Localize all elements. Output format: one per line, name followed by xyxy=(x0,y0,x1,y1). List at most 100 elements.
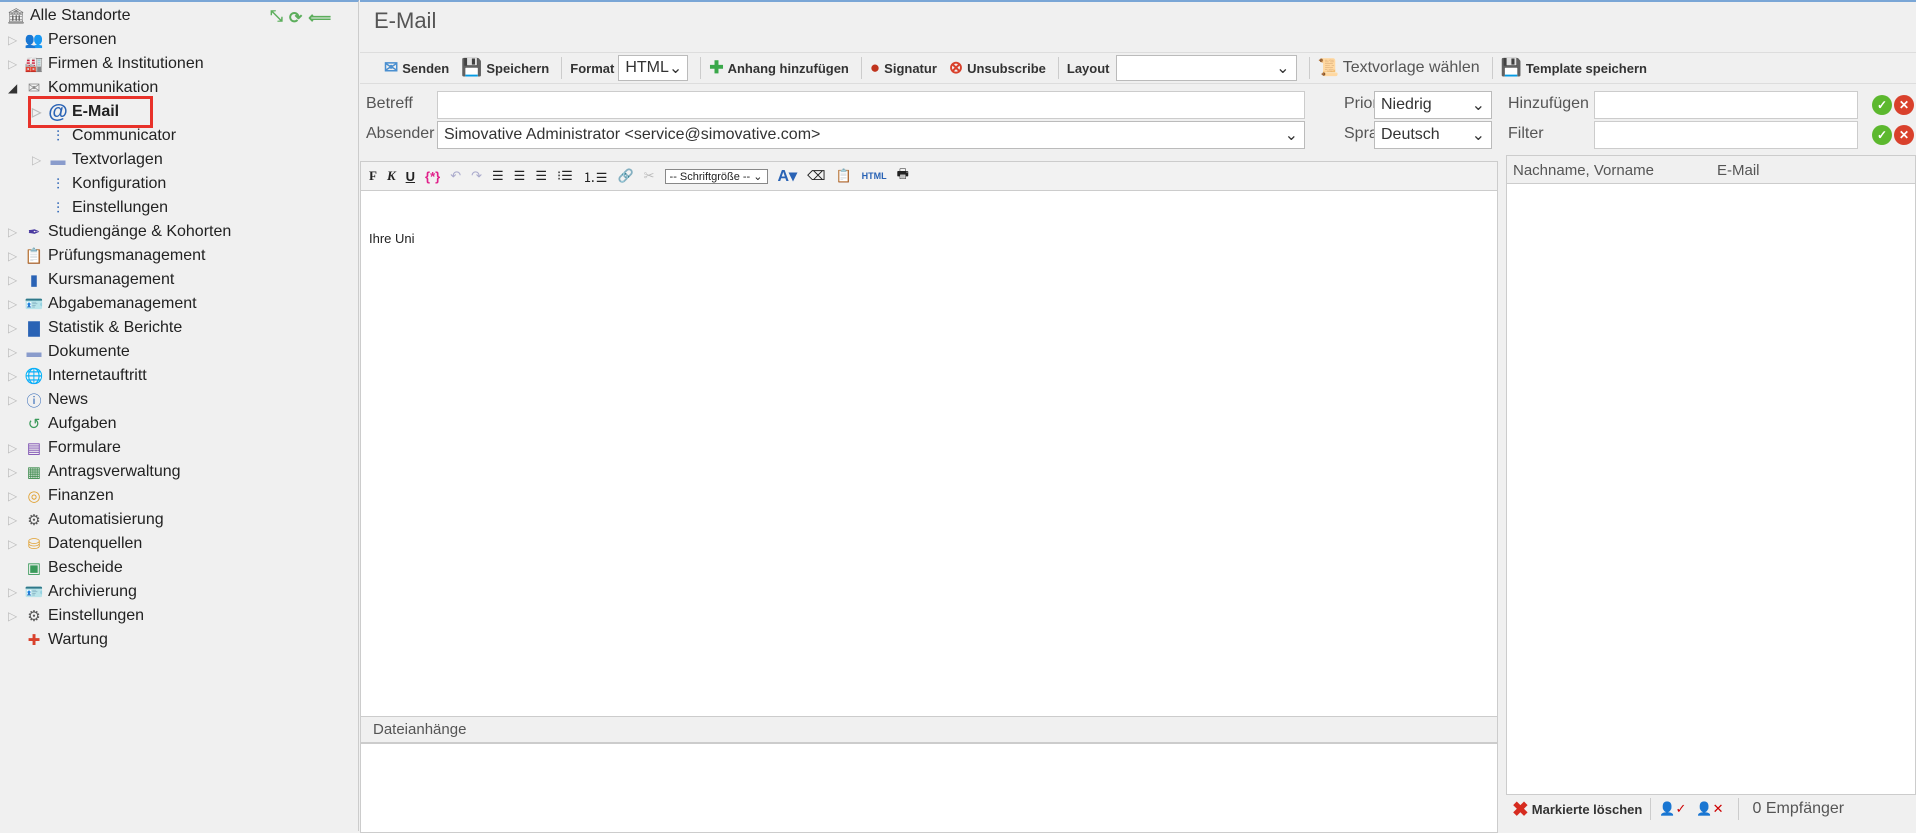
sidebar-item[interactable]: ⫶ Einstellungen xyxy=(32,196,168,220)
subject-input[interactable] xyxy=(437,91,1305,119)
select-all-users-icon[interactable]: 👤✓ xyxy=(1659,801,1686,817)
expand-arrow-icon[interactable]: ▷ xyxy=(8,393,20,407)
sidebar-item[interactable]: ▷ 🪪 Abgabemanagement xyxy=(8,292,197,316)
expand-arrow-icon[interactable]: ▷ xyxy=(8,249,20,263)
sidebar-item[interactable]: ▷ ⚙ Einstellungen xyxy=(8,604,144,628)
attachments-area[interactable] xyxy=(360,743,1498,833)
eraser-icon[interactable]: ⌫ xyxy=(807,168,825,184)
add-recipient-input[interactable] xyxy=(1594,91,1858,119)
arrow-left-icon[interactable]: ⟸ xyxy=(308,8,331,28)
sidebar-item[interactable]: ↺ Aufgaben xyxy=(8,412,117,436)
sidebar-item[interactable]: ⫶ Konfiguration xyxy=(32,172,166,196)
cancel-add-icon[interactable]: ✕ xyxy=(1894,95,1914,115)
unlink-icon[interactable]: ✂ xyxy=(644,168,655,184)
expand-arrow-icon[interactable]: ▷ xyxy=(8,489,20,503)
sidebar-item[interactable]: ▷ ▦ Antragsverwaltung xyxy=(8,460,181,484)
sender-select[interactable]: Simovative Administrator <service@simova… xyxy=(437,121,1305,149)
sidebar-item[interactable]: ⫶ Communicator xyxy=(32,124,176,148)
expand-arrow-icon[interactable]: ▷ xyxy=(32,153,44,167)
align-left-icon[interactable]: ☰ xyxy=(492,168,504,184)
recipients-list[interactable] xyxy=(1506,184,1916,795)
collapse-arrow-icon[interactable]: ◢ xyxy=(8,81,20,95)
sidebar-item-label: Einstellungen xyxy=(72,199,169,216)
delete-marked-button[interactable]: Markierte löschen xyxy=(1532,802,1643,817)
numbered-list-icon[interactable]: ⒈☰ xyxy=(583,167,608,186)
email-body-editor[interactable]: Ihre Uni xyxy=(360,191,1498,717)
expand-arrow-icon[interactable]: ▷ xyxy=(8,369,20,383)
expand-arrow-icon[interactable]: ▷ xyxy=(8,441,20,455)
save-button[interactable]: 💾 Speichern xyxy=(461,58,549,78)
expand-arrow-icon[interactable]: ▷ xyxy=(8,537,20,551)
expand-arrow-icon[interactable]: ▷ xyxy=(8,585,20,599)
font-size-select[interactable]: -- Schriftgröße -- ⌄ xyxy=(664,168,768,184)
sidebar-item[interactable]: ▷ ▮ Kursmanagement xyxy=(8,268,174,292)
expand-arrow-icon[interactable]: ▷ xyxy=(8,273,20,287)
expand-arrow-icon[interactable]: ▷ xyxy=(8,33,20,47)
add-attachment-button[interactable]: ✚ Anhang hinzufügen xyxy=(709,58,849,78)
unsubscribe-button[interactable]: ⊗ Unsubscribe xyxy=(949,58,1046,78)
sidebar-item[interactable]: ▷ ▇ Statistik & Berichte xyxy=(8,316,182,340)
font-color-icon[interactable]: A▾ xyxy=(778,166,798,186)
save-template-button[interactable]: 💾 Template speichern xyxy=(1501,58,1647,78)
sidebar-item[interactable]: ▷ 📋 Prüfungsmanagement xyxy=(8,244,205,268)
expand-arrow-icon[interactable]: ▷ xyxy=(8,465,20,479)
sidebar-item[interactable]: ▷ @ E-Mail xyxy=(27,96,154,128)
expand-arrow-icon[interactable]: ▷ xyxy=(32,105,44,119)
placeholder-button[interactable]: {*} xyxy=(425,169,440,184)
sidebar-item[interactable]: ▷ 🏭 Firmen & Institutionen xyxy=(8,52,204,76)
align-right-icon[interactable]: ☰ xyxy=(535,168,547,184)
send-button[interactable]: ✉ Senden xyxy=(384,58,449,78)
paste-text-icon[interactable]: 📋 xyxy=(835,168,851,184)
redo-icon[interactable]: ↷ xyxy=(471,168,482,184)
at-icon: @ xyxy=(48,100,68,123)
sidebar-item-label: Personen xyxy=(48,31,117,48)
expand-arrow-icon[interactable]: ▷ xyxy=(8,609,20,623)
language-select[interactable]: Deutsch ⌄ xyxy=(1374,121,1492,149)
sidebar-item[interactable]: ▷ 🌐 Internetauftritt xyxy=(8,364,147,388)
sidebar-item[interactable]: ▷ ⓘ News xyxy=(8,388,88,412)
underline-button[interactable]: U xyxy=(406,169,415,184)
layout-select[interactable]: ⌄ xyxy=(1115,55,1297,81)
signature-button[interactable]: ● Signatur xyxy=(870,58,937,78)
sidebar-item[interactable]: ▷ 👥 Personen xyxy=(8,28,117,52)
print-icon[interactable]: 🖶 xyxy=(897,165,909,187)
clear-filter-icon[interactable]: ✕ xyxy=(1894,125,1914,145)
confirm-add-icon[interactable]: ✓ xyxy=(1872,95,1892,115)
format-select[interactable]: HTML ⌄ xyxy=(618,55,689,81)
sidebar-item[interactable]: ▷ ⚙ Automatisierung xyxy=(8,508,164,532)
sidebar-item[interactable]: ▷ ▬ Textvorlagen xyxy=(32,148,163,172)
sidebar-item[interactable]: ▷ 🪪 Archivierung xyxy=(8,580,137,604)
choose-template-button[interactable]: 📜 Textvorlage wählen xyxy=(1318,58,1480,78)
expand-arrow-icon[interactable]: ▷ xyxy=(8,321,20,335)
sidebar-item[interactable]: ▷ ◎ Finanzen xyxy=(8,484,114,508)
sidebar-item[interactable]: ◢ ✉ Kommunikation xyxy=(8,76,158,100)
undo-icon[interactable]: ↶ xyxy=(450,168,461,184)
sidebar-item[interactable]: ▷ ▬ Dokumente xyxy=(8,340,130,364)
sidebar-item[interactable]: ✚ Wartung xyxy=(8,628,108,652)
bullet-list-icon[interactable]: ⁝☰ xyxy=(557,168,573,184)
expand-arrow-icon[interactable]: ▷ xyxy=(8,225,20,239)
expand-arrow-icon[interactable]: ▷ xyxy=(8,513,20,527)
refresh-icon[interactable]: ⟳ xyxy=(289,8,302,28)
priority-select[interactable]: Niedrig ⌄ xyxy=(1374,91,1492,119)
sidebar-item[interactable]: ▷ ▤ Formulare xyxy=(8,436,121,460)
sidebar-item[interactable]: ▣ Bescheide xyxy=(8,556,123,580)
column-name[interactable]: Nachname, Vorname xyxy=(1513,162,1654,179)
link-icon[interactable]: 🔗 xyxy=(617,168,633,184)
tree-root[interactable]: 🏛 Alle Standorte xyxy=(6,4,130,28)
sidebar-item[interactable]: ▷ ✒ Studiengänge & Kohorten xyxy=(8,220,231,244)
expand-arrow-icon[interactable]: ▷ xyxy=(8,345,20,359)
bold-button[interactable]: F xyxy=(369,168,377,184)
italic-button[interactable]: K xyxy=(387,168,396,184)
deselect-users-icon[interactable]: 👤✕ xyxy=(1696,801,1723,817)
sidebar-item[interactable]: ▷ ⛁ Datenquellen xyxy=(8,532,142,556)
send-mail-icon: ✉ xyxy=(384,58,399,77)
filter-input[interactable] xyxy=(1594,121,1858,149)
expand-arrow-icon[interactable]: ▷ xyxy=(8,297,20,311)
column-email[interactable]: E-Mail xyxy=(1717,162,1760,179)
html-source-button[interactable]: HTML xyxy=(862,171,887,181)
collapse-all-icon[interactable]: ⤡ xyxy=(270,8,283,28)
confirm-filter-icon[interactable]: ✓ xyxy=(1872,125,1892,145)
expand-arrow-icon[interactable]: ▷ xyxy=(8,57,20,71)
align-center-icon[interactable]: ☰ xyxy=(514,168,526,184)
